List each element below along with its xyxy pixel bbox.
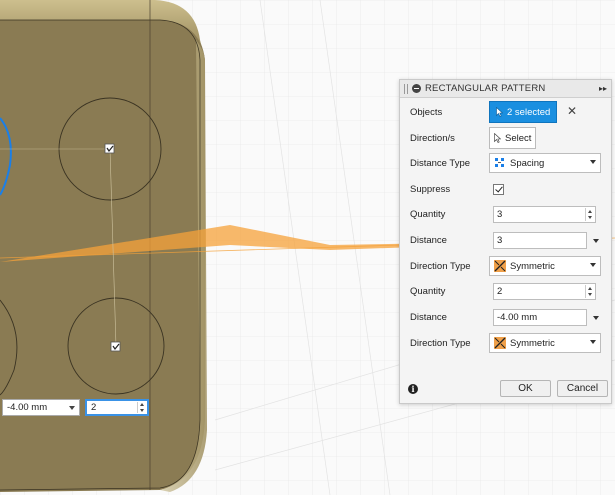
chevron-down-icon[interactable] <box>593 239 599 243</box>
clear-selection-close-icon[interactable]: ✕ <box>567 104 577 118</box>
objects-selection-button[interactable]: 2 selected <box>489 101 557 123</box>
onscreen-quantity-value: 2 <box>91 402 97 413</box>
objects-label: Objects <box>410 107 443 118</box>
expand-icon[interactable]: ▸▸ <box>599 84 607 93</box>
cursor-arrow-icon <box>494 133 501 143</box>
direction-type-2-dropdown[interactable]: Symmetric <box>489 333 601 353</box>
spinner-arrows-icon[interactable] <box>137 402 146 413</box>
suppress-label: Suppress <box>410 184 451 195</box>
direction-type-2-label: Direction Type <box>410 338 471 349</box>
spinner-arrows-icon[interactable] <box>585 208 594 221</box>
distance-1-input[interactable]: 3 <box>493 232 587 249</box>
directions-select-button[interactable]: Select <box>489 127 536 149</box>
direction-type-2-value: Symmetric <box>510 337 555 349</box>
dialog-header[interactable]: RECTANGULAR PATTERN ▸▸ <box>400 80 611 98</box>
onscreen-distance-input[interactable]: -4.00 mm <box>2 399 80 416</box>
chevron-down-icon[interactable] <box>69 406 75 410</box>
onscreen-quantity-input[interactable]: 2 <box>85 399 149 416</box>
distance-2-input[interactable]: -4.00 mm <box>493 309 587 326</box>
chevron-down-icon <box>590 160 596 164</box>
quantity-2-label: Quantity <box>410 286 446 297</box>
symmetric-icon <box>494 337 506 349</box>
onscreen-distance-value: -4.00 mm <box>7 402 48 413</box>
spinner-arrows-icon[interactable] <box>585 285 594 298</box>
row-distance-2: Distance -4.00 mm <box>400 306 613 330</box>
row-direction-type-2: Direction Type Symmetric <box>400 332 613 356</box>
quantity-2-stepper[interactable]: 2 <box>493 283 596 300</box>
rectangular-pattern-dialog: RECTANGULAR PATTERN ▸▸ Objects 2 selecte… <box>399 79 612 404</box>
distance-type-dropdown[interactable]: Spacing <box>489 153 601 173</box>
direction-type-1-dropdown[interactable]: Symmetric <box>489 256 601 276</box>
row-distance-1: Distance 3 <box>400 229 613 253</box>
quantity-2-value: 2 <box>497 286 503 297</box>
distance-1-value: 3 <box>497 235 503 246</box>
quantity-1-label: Quantity <box>410 209 446 220</box>
chevron-down-icon <box>590 263 596 267</box>
quantity-1-stepper[interactable]: 3 <box>493 206 596 223</box>
directions-select-label: Select <box>505 132 532 144</box>
collapse-icon[interactable] <box>412 84 421 93</box>
info-icon[interactable]: i <box>408 384 418 394</box>
row-objects: Objects 2 selected ✕ <box>400 101 613 125</box>
row-directions: Direction/s Select <box>400 127 613 151</box>
row-direction-type-1: Direction Type Symmetric <box>400 255 613 279</box>
directions-label: Direction/s <box>410 133 455 144</box>
symmetric-icon <box>494 260 506 272</box>
quantity-1-value: 3 <box>497 209 503 220</box>
distance-2-value: -4.00 mm <box>497 312 538 323</box>
distance-2-label: Distance <box>410 312 447 323</box>
distance-type-value: Spacing <box>510 157 545 169</box>
row-distance-type: Distance Type Spacing <box>400 152 613 176</box>
direction-type-1-label: Direction Type <box>410 261 471 272</box>
direction-type-1-value: Symmetric <box>510 260 555 272</box>
chevron-down-icon[interactable] <box>593 316 599 320</box>
chevron-down-icon <box>590 340 596 344</box>
ok-button[interactable]: OK <box>500 380 551 397</box>
cursor-arrow-icon <box>496 107 503 117</box>
spacing-icon <box>495 158 504 167</box>
cancel-button[interactable]: Cancel <box>557 380 608 397</box>
distance-type-label: Distance Type <box>410 158 471 169</box>
dialog-title: RECTANGULAR PATTERN <box>425 83 546 94</box>
suppress-checkbox[interactable] <box>493 184 504 195</box>
distance-1-label: Distance <box>410 235 447 246</box>
drag-handle-icon[interactable] <box>404 83 408 94</box>
row-quantity-2: Quantity 2 <box>400 280 613 304</box>
row-suppress: Suppress <box>400 178 613 202</box>
objects-value: 2 selected <box>507 106 551 118</box>
dialog-footer: i OK Cancel <box>400 375 613 403</box>
row-quantity-1: Quantity 3 <box>400 203 613 227</box>
